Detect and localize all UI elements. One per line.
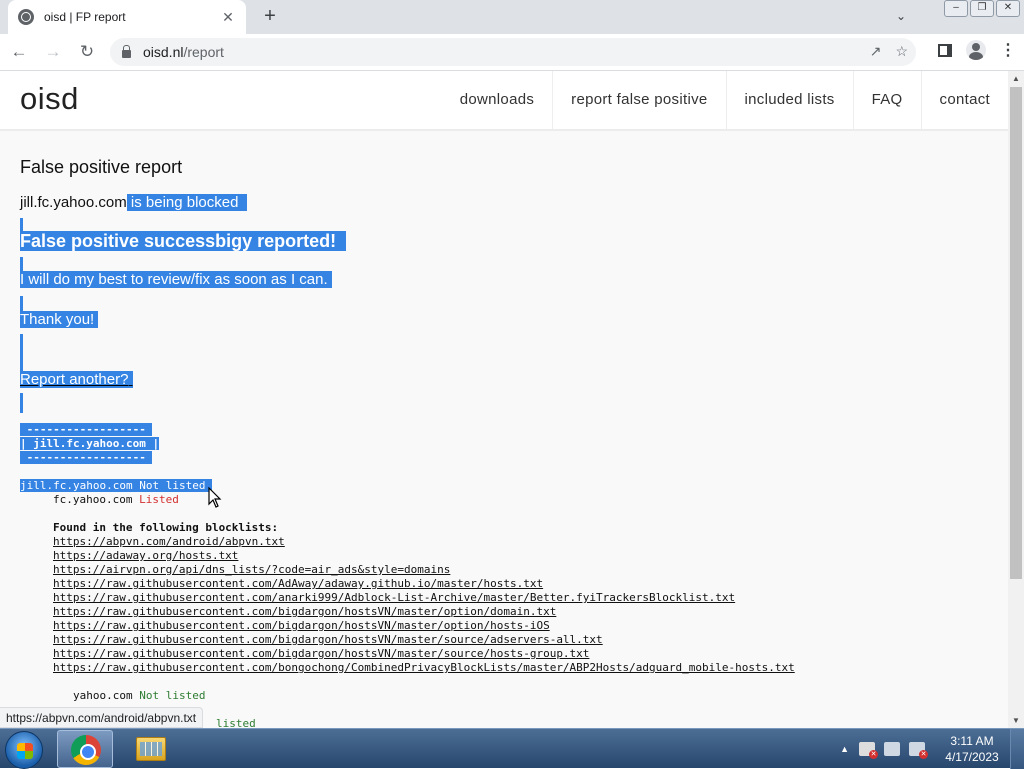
forward-arrow-icon[interactable]: → [38,37,68,67]
network-icon[interactable] [884,742,900,756]
domain-box: ------------------ | jill.fc.yahoo.com |… [20,423,160,464]
window-controls: – ❐ ✕ [944,0,1020,17]
side-panel-icon[interactable] [938,43,952,57]
nav-included-lists[interactable]: included lists [725,71,853,129]
blocklist-link[interactable]: https://raw.githubusercontent.com/bigdar… [53,605,795,619]
nav-faq[interactable]: FAQ [852,71,921,129]
restore-button[interactable]: ❐ [970,0,994,17]
tab-title: oisd | FP report [44,10,126,24]
profile-avatar-icon[interactable] [966,40,986,60]
globe-icon [18,9,34,25]
parent-domain: yahoo.com [73,689,133,702]
blocklist-link[interactable]: https://abpvn.com/android/abpvn.txt [53,535,795,549]
start-button[interactable] [5,731,43,769]
folder-icon [136,737,166,761]
parent-domain-line: yahoo.com Not listed [73,689,205,703]
selection-bar [20,393,23,413]
clock[interactable]: 3:11 AM 4/17/2023 [934,733,1010,765]
browser-tab[interactable]: oisd | FP report ✕ [8,0,246,34]
chrome-icon [71,735,101,765]
scroll-down-arrow-icon[interactable]: ▼ [1012,716,1020,725]
mouse-cursor-icon [208,487,222,508]
selection-bar [20,334,23,374]
clock-date: 4/17/2023 [945,750,999,764]
blocklist-links: https://abpvn.com/android/abpvn.txt http… [53,535,795,675]
address-bar[interactable]: oisd.nl/report ↗ ☆ [110,38,916,66]
close-tab-icon[interactable]: ✕ [220,9,236,26]
blocked-text: is being blocked [126,194,239,211]
clock-time: 3:11 AM [950,734,994,748]
show-desktop-button[interactable] [1010,729,1024,769]
link-status-bubble: https://abpvn.com/android/abpvn.txt [0,707,204,728]
browser-toolbar: ← → ↻ oisd.nl/report ↗ ☆ ⋮ [0,34,1024,71]
share-icon[interactable]: ↗ [870,43,882,60]
sub-domain: fc.yahoo.com [53,493,133,506]
found-heading: Found in the following blocklists: [53,521,279,534]
page-title: False positive report [20,157,183,177]
review-message: I will do my best to review/fix as soon … [20,271,332,288]
site-nav: downloads report false positive included… [442,71,1008,129]
taskbar-chrome-button[interactable] [57,730,113,768]
lock-icon[interactable] [122,44,131,58]
report-another-link[interactable]: Report another? [20,371,133,388]
result-status: Not listed [139,479,206,492]
blocklist-link[interactable]: https://raw.githubusercontent.com/anarki… [53,591,795,605]
taskbar-explorer-button[interactable] [122,730,178,768]
bookmark-star-icon[interactable]: ☆ [895,43,908,60]
action-center-flag-icon[interactable]: ✕ [859,742,878,759]
minimize-button[interactable]: – [944,0,968,17]
reload-icon[interactable]: ↻ [72,37,102,67]
nav-downloads[interactable]: downloads [442,71,552,129]
blocklist-link[interactable]: https://adaway.org/hosts.txt [53,549,795,563]
scrollbar-thumb[interactable] [1010,87,1022,579]
blocklist-link[interactable]: https://raw.githubusercontent.com/AdAway… [53,577,795,591]
sub-domain-line: fc.yahoo.com Listed [53,493,179,507]
success-message: False positive successbigy reported! [20,231,347,252]
nav-report-false-positive[interactable]: report false positive [552,71,725,129]
tab-search-chevron-icon[interactable]: ⌄ [896,9,906,23]
back-arrow-icon[interactable]: ← [4,37,34,67]
page-viewport: oisd downloads report false positive inc… [0,71,1008,728]
partial-line: listed [216,717,256,728]
blocklist-link[interactable]: https://airvpn.org/api/dns_lists/?code=a… [53,563,795,577]
url-text[interactable]: oisd.nl/report [143,44,224,60]
volume-muted-icon[interactable]: ✕ [909,742,928,759]
blocklist-link[interactable]: https://raw.githubusercontent.com/bigdar… [53,619,795,633]
windows-taskbar: ▲ ✕ ✕ 3:11 AM 4/17/2023 [0,728,1024,769]
blocklist-link[interactable]: https://raw.githubusercontent.com/bongoc… [53,661,795,675]
thanks-message: Thank you! [20,311,99,328]
system-tray: ▲ ✕ ✕ 3:11 AM 4/17/2023 [840,729,1024,769]
blocked-domain: jill.fc.yahoo.com [20,194,127,211]
sub-status: Listed [139,493,179,506]
site-logo[interactable]: oisd [20,81,79,117]
scroll-up-arrow-icon[interactable]: ▲ [1012,74,1020,83]
tab-strip: oisd | FP report ✕ + ⌄ – ❐ ✕ [0,0,1024,34]
blocklist-link[interactable]: https://raw.githubusercontent.com/bigdar… [53,647,795,661]
new-tab-button[interactable]: + [258,5,282,29]
site-header: oisd downloads report false positive inc… [0,71,1008,131]
menu-kebab-icon[interactable]: ⋮ [1000,40,1016,60]
tray-expand-icon[interactable]: ▲ [840,744,849,754]
blocklist-link[interactable]: https://raw.githubusercontent.com/bigdar… [53,633,795,647]
blocked-line: jill.fc.yahoo.com is being blocked [20,194,247,211]
vertical-scrollbar[interactable]: ▲ ▼ [1008,71,1024,728]
parent-status: Not listed [139,689,206,702]
result-domain: jill.fc.yahoo.com [20,479,133,492]
close-window-button[interactable]: ✕ [996,0,1020,17]
nav-contact[interactable]: contact [920,71,1008,129]
partial-status: listed [216,717,256,728]
result-line: jill.fc.yahoo.com Not listed [20,479,213,493]
